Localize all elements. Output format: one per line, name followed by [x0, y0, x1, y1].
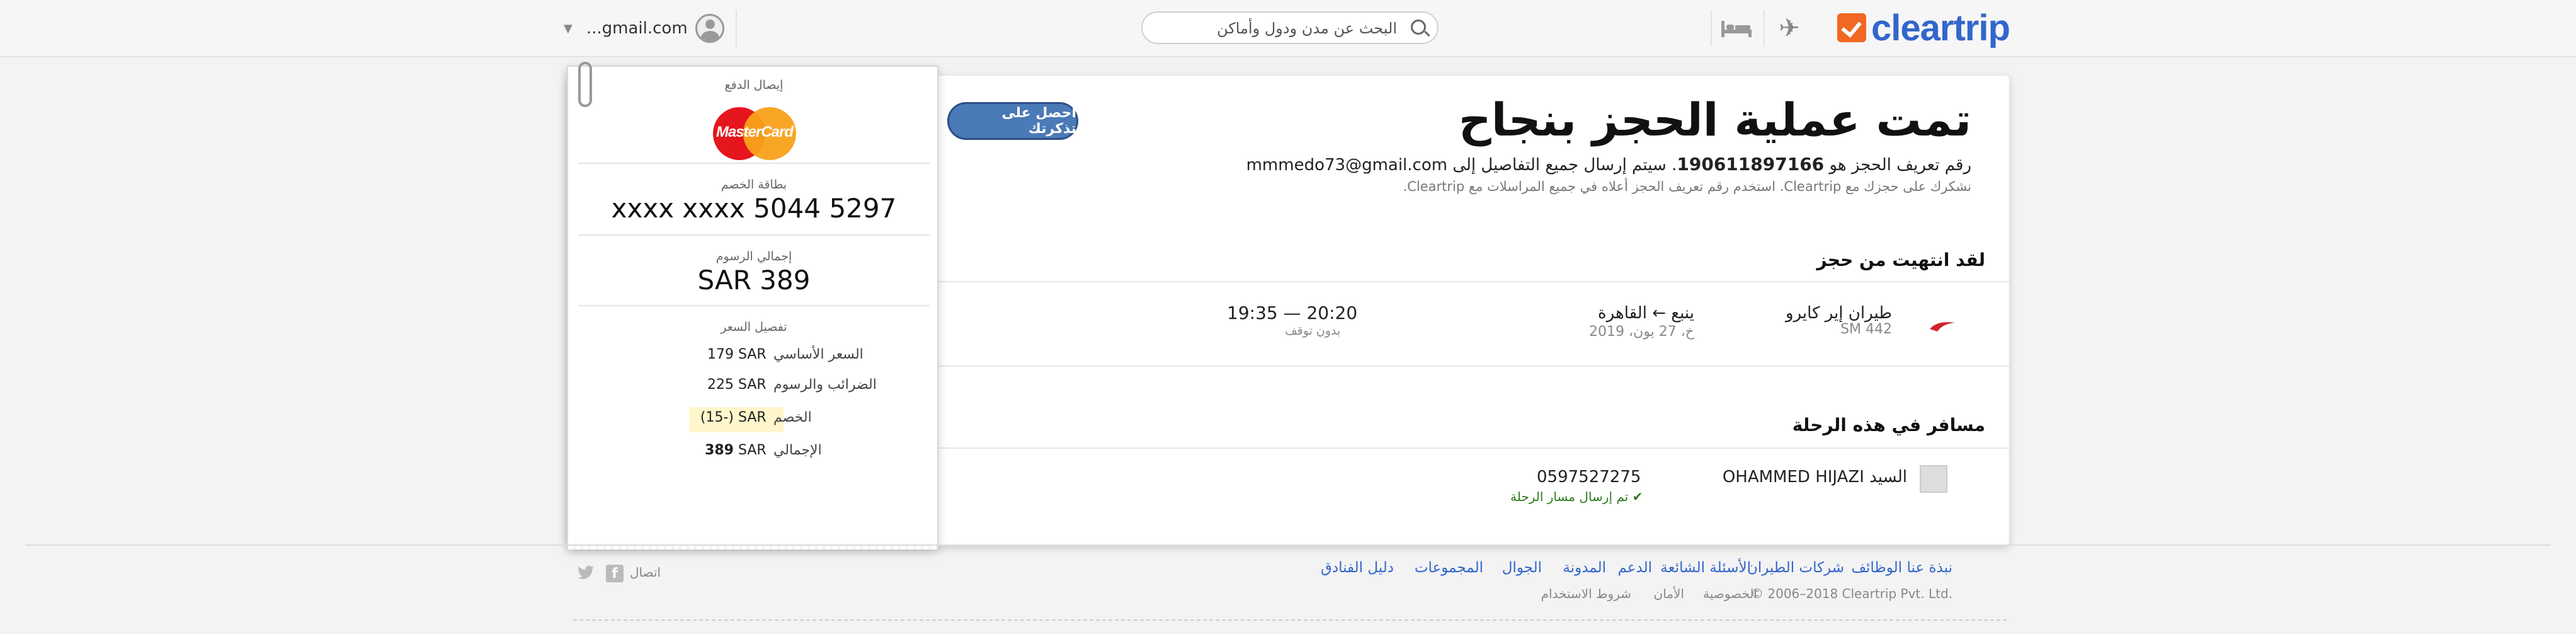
fare-label: السعر الأساسي: [773, 347, 863, 362]
mastercard-icon: MasterCard: [713, 107, 796, 160]
fare-currency: SAR: [738, 347, 767, 362]
fare-amount: 225: [707, 377, 734, 393]
flight-date: خ، 27 يون، 2019: [1588, 324, 1694, 340]
booking-email: mmmedo73@gmail.com: [1246, 156, 1448, 175]
twitter-icon[interactable]: [576, 565, 594, 582]
total-value: SAR 389: [697, 265, 811, 296]
receipt-title: إيصال الدفع: [724, 78, 784, 92]
footer-nav-jobs[interactable]: الوظائف: [1851, 560, 1902, 579]
fare-amount: (15-): [700, 410, 734, 425]
passenger-avatar: [1920, 465, 1947, 493]
payment-receipt: إيصال الدفع MasterCard بطاقة الخصم xxxx …: [567, 62, 940, 550]
passenger-phone: 0597527275: [1537, 468, 1641, 487]
footer-nav-support[interactable]: الدعم: [1617, 560, 1652, 579]
hotel-icon[interactable]: [1711, 10, 1761, 47]
flight-stops: بدون توقف: [1285, 324, 1341, 338]
footer-connect-label: اتصال: [630, 565, 661, 580]
footer-divider: [25, 545, 2551, 546]
account-email: ...gmail.com: [586, 19, 688, 38]
breakdown-label: تفصيل السعر: [721, 320, 787, 334]
logo-check-icon: [1837, 13, 1866, 42]
search-icon[interactable]: [1411, 20, 1426, 35]
fare-currency: SAR: [738, 410, 767, 425]
fare-label: الخصم: [773, 410, 812, 425]
chevron-down-icon[interactable]: ▼: [564, 22, 573, 35]
footer-nav-airlines[interactable]: شركات الطيران: [1747, 560, 1844, 579]
fare-label: الإجمالي: [773, 442, 822, 458]
fare-row-total: الإجمالي SAR 389: [568, 442, 940, 468]
bed-icon: [1721, 21, 1752, 37]
card-number: xxxx xxxx 5044 5297: [611, 193, 897, 224]
trip-id: 190611897166: [1677, 154, 1825, 175]
search-input[interactable]: البحث عن مدن ودول وأماكن: [1141, 11, 1439, 44]
footer-nav-about[interactable]: نبذة عنا: [1907, 560, 1952, 579]
facebook-icon[interactable]: f: [606, 565, 624, 582]
card-label: بطاقة الخصم: [721, 178, 787, 192]
footer-nav-faq[interactable]: الأسئلة الشائعة: [1660, 560, 1751, 579]
fare-row-discount: الخصم SAR (15-): [568, 410, 940, 435]
copyright: © 2006–2018 Cleartrip Pvt. Ltd.: [1751, 586, 1952, 601]
divider: [578, 305, 930, 306]
passengers-title: مسافر في هذه الرحلة: [1792, 415, 1985, 435]
fare-row-base: السعر الأساسي SAR 179: [568, 347, 940, 372]
fare-currency: SAR: [738, 377, 767, 393]
get-ticket-button[interactable]: احصل على تذكرتك: [947, 102, 1078, 140]
card-brand: MasterCard: [715, 124, 794, 141]
fare-amount: 389: [705, 442, 734, 458]
logo-text: cleartrip: [1871, 7, 2010, 49]
search-placeholder: البحث عن مدن ودول وأماكن: [1217, 20, 1397, 37]
page-title: تمت عملية الحجز بنجاح: [1458, 93, 1971, 146]
footer-privacy-link[interactable]: الخصوصية: [1703, 586, 1757, 601]
fare-amount: 179: [707, 347, 734, 362]
footer-nav-groups[interactable]: المجموعات: [1415, 560, 1483, 579]
footer-terms-link[interactable]: شروط الاستخدام: [1541, 586, 1631, 601]
divider: [913, 447, 2009, 449]
total-label: إجمالي الرسوم: [715, 250, 792, 263]
footer-nav-mobile[interactable]: الجوال: [1502, 560, 1542, 579]
thanks-note: نشكرك على حجزك مع Cleartrip. استخدم رقم …: [1403, 179, 1971, 194]
footer-dotted-line: [573, 620, 2009, 621]
footer-nav-blog[interactable]: المدونة: [1563, 560, 1606, 579]
route: ينبع ← القاهرة: [1598, 304, 1694, 323]
flight-time: 19:35 — 20:20: [1227, 303, 1358, 323]
cleartrip-logo[interactable]: cleartrip: [1837, 7, 2010, 49]
flight-code: SM 442: [1840, 321, 1892, 337]
itinerary-title: لقد انتهيت من حجز: [1816, 250, 1986, 270]
sent-status-text: تم إرسال مسار الرحلة: [1510, 489, 1629, 504]
footer-security-link[interactable]: الأمان: [1654, 586, 1684, 601]
divider: [913, 281, 2009, 282]
passenger-name: السيد OHAMMED HIJAZI: [1722, 468, 1907, 487]
avatar[interactable]: [695, 14, 724, 43]
airline-logo-icon: [1929, 319, 1956, 338]
divider: [578, 234, 930, 236]
itinerary-sent-status: ✔ تم إرسال مسار الرحلة: [1510, 489, 1643, 504]
account-menu[interactable]: ▼ ...gmail.com: [564, 10, 737, 47]
divider: [913, 366, 2009, 367]
trip-id-line: رقم تعريف الحجز هو 190611897166. سيتم إر…: [1246, 154, 1971, 175]
trip-id-suffix: . سيتم إرسال جميع التفاصيل إلى: [1452, 156, 1677, 175]
checkmark-icon: ✔: [1632, 489, 1643, 504]
fare-currency: SAR: [738, 442, 767, 458]
trip-id-prefix: رقم تعريف الحجز هو: [1829, 156, 1971, 175]
airline-name: طيران إير كايرو: [1786, 304, 1892, 323]
fare-row-taxes: الضرائب والرسوم SAR 225: [568, 377, 940, 402]
footer-nav-hotels[interactable]: دليل الفنادق: [1321, 560, 1394, 579]
top-bar: cleartrip ✈ البحث عن مدن ودول وأماكن ▼ .…: [0, 0, 2576, 57]
fare-label: الضرائب والرسوم: [773, 377, 877, 393]
divider: [578, 163, 930, 164]
flight-icon[interactable]: ✈: [1764, 10, 1814, 47]
